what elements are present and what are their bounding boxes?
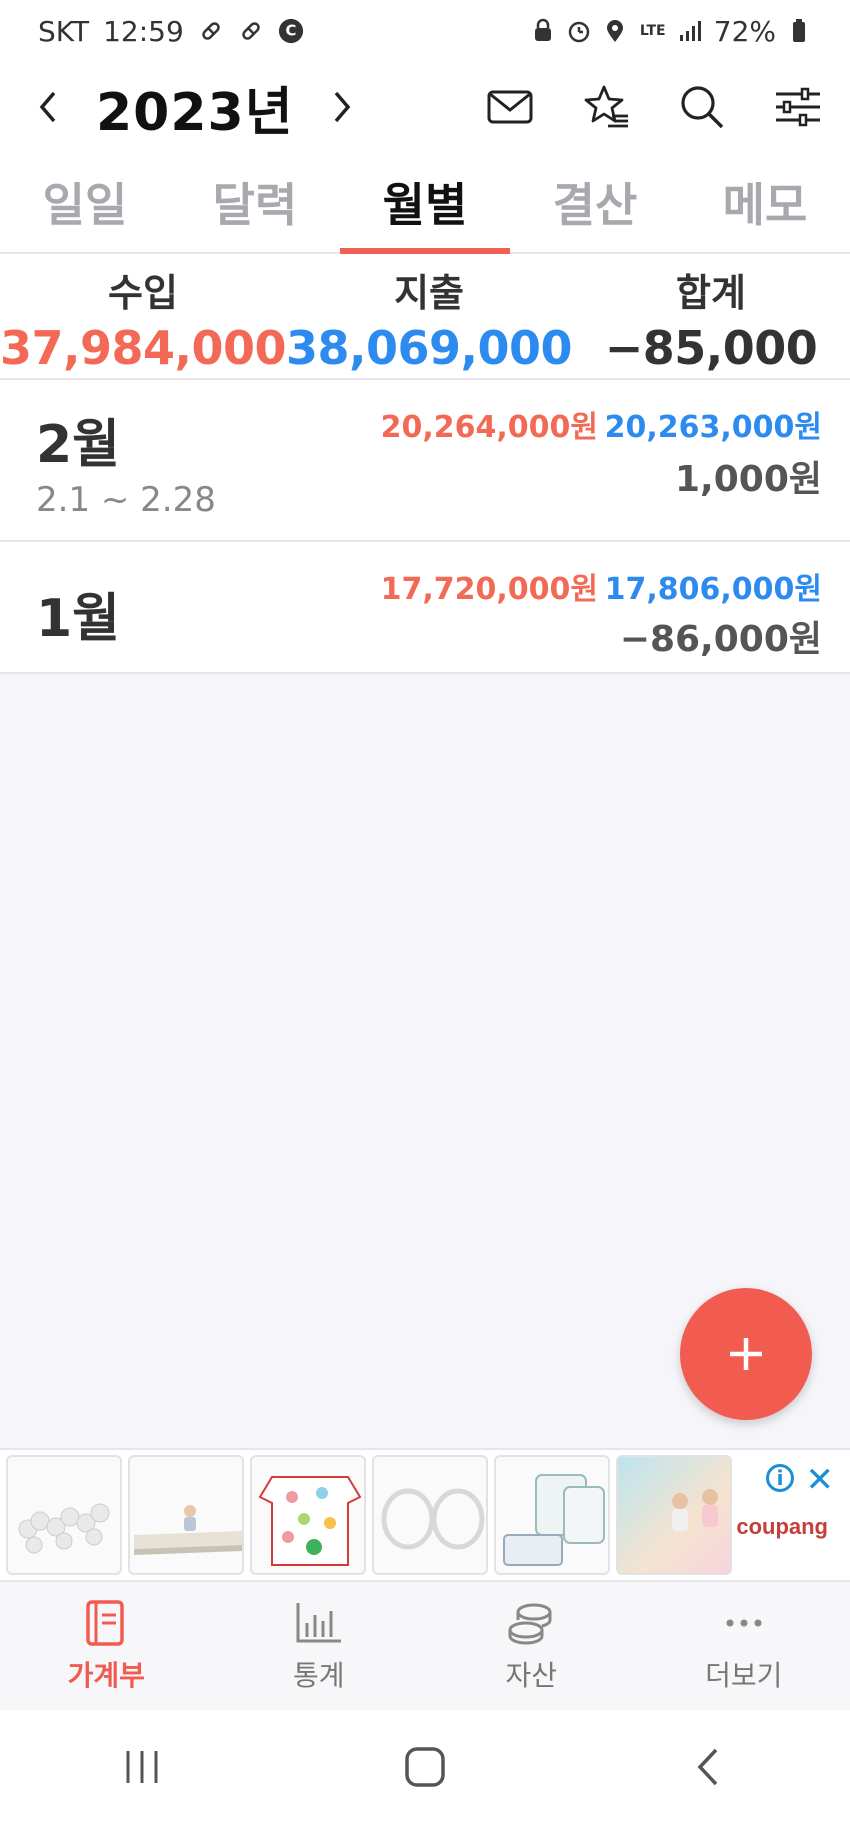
clock: 12:59 [103, 14, 184, 48]
filter-settings-button[interactable] [770, 79, 826, 135]
status-bar: SKT 12:59 C LTE 72% [0, 0, 850, 62]
ad-close-icon[interactable]: ✕ [806, 1460, 835, 1500]
alarm-icon [566, 18, 592, 44]
ad-product-thumbnail[interactable] [494, 1455, 610, 1575]
prev-year-button[interactable] [18, 67, 78, 147]
network-label: LTE [639, 23, 666, 39]
view-tabs: 일일 달력 월별 결산 메모 [0, 152, 850, 254]
ad-controls: i ✕ coupang [736, 1450, 842, 1582]
month-range: 2.1 ~ 2.28 [36, 480, 216, 520]
lock-icon [530, 18, 556, 44]
back-icon [697, 1748, 718, 1785]
nav-ledger[interactable]: 가계부 [0, 1582, 213, 1710]
tab-calendar[interactable]: 달력 [170, 152, 340, 252]
home-button[interactable] [385, 1737, 465, 1797]
month-income: 20,264,000원 [380, 410, 598, 445]
year-summary: 수입 37,984,000 지출 38,069,000 합계 −85,000 [0, 254, 850, 380]
pill-icon [198, 18, 224, 44]
expense-label: 지출 [394, 271, 464, 315]
bottom-nav: 가계부 통계 자산 더보기 [0, 1580, 850, 1710]
status-right: LTE 72% [530, 15, 812, 48]
nav-ledger-label: 가계부 [67, 1659, 145, 1692]
plus-icon [730, 1338, 762, 1370]
carrier-label: SKT [38, 14, 90, 48]
tab-daily[interactable]: 일일 [0, 152, 170, 252]
month-balance: −86,000원 [619, 619, 822, 660]
star-list-icon [584, 85, 628, 128]
month-list: 2월 2.1 ~ 2.28 20,264,000원 20,263,000원 1,… [0, 380, 850, 674]
sliders-icon [776, 87, 820, 127]
ad-product-thumbnail[interactable] [250, 1455, 366, 1575]
ad-banner[interactable]: i ✕ coupang [0, 1448, 850, 1580]
month-income: 17,720,000원 [380, 572, 598, 607]
recent-apps-button[interactable] [102, 1737, 182, 1797]
nav-assets-label: 자산 [505, 1659, 558, 1692]
next-year-button[interactable] [312, 67, 372, 147]
ad-product-thumbnail[interactable] [372, 1455, 488, 1575]
header-actions [482, 79, 850, 135]
app-header: 2023년 [0, 62, 850, 152]
income-total: 37,984,000 [0, 321, 287, 375]
expense-summary: 지출 38,069,000 [286, 254, 573, 378]
search-icon [681, 86, 724, 129]
battery-percent: 72% [713, 14, 776, 48]
status-left: SKT 12:59 C [38, 15, 304, 48]
signal-icon [678, 18, 704, 44]
bar-chart-icon [294, 1598, 344, 1648]
battery-icon [786, 18, 812, 44]
nav-assets[interactable]: 자산 [425, 1582, 638, 1710]
mail-button[interactable] [482, 79, 538, 135]
ad-brand-logo: coupang [736, 1514, 828, 1539]
search-button[interactable] [674, 79, 730, 135]
chevron-left-icon [39, 91, 56, 123]
ad-product-thumbnail[interactable] [616, 1455, 732, 1575]
svg-text:C: C [285, 22, 296, 40]
balance-summary: 합계 −85,000 [572, 254, 850, 378]
month-balance: 1,000원 [675, 459, 822, 500]
month-name: 1월 [36, 589, 121, 649]
c-circle-icon: C [278, 18, 304, 44]
nav-stats-label: 통계 [292, 1659, 345, 1692]
income-label: 수입 [108, 271, 178, 315]
expense-total: 38,069,000 [286, 321, 573, 375]
month-expense: 20,263,000원 [604, 410, 822, 445]
month-name: 2월 [36, 415, 121, 475]
nav-stats[interactable]: 통계 [213, 1582, 426, 1710]
more-dots-icon [719, 1598, 769, 1648]
list-item[interactable]: 1월 17,720,000원 17,806,000원 −86,000원 [0, 542, 850, 674]
tab-settlement[interactable]: 결산 [510, 152, 680, 252]
location-icon [602, 18, 628, 44]
system-nav-bar [0, 1710, 850, 1823]
nav-more-label: 더보기 [705, 1659, 783, 1692]
coins-icon [506, 1598, 556, 1648]
balance-label: 합계 [676, 271, 746, 315]
back-button[interactable] [668, 1737, 748, 1797]
ad-info-icon[interactable]: i [766, 1464, 794, 1492]
chevron-right-icon [334, 91, 350, 123]
pill-icon [238, 18, 264, 44]
ad-product-thumbnail[interactable] [128, 1455, 244, 1575]
list-item[interactable]: 2월 2.1 ~ 2.28 20,264,000원 20,263,000원 1,… [0, 380, 850, 542]
ad-product-thumbnail[interactable] [6, 1455, 122, 1575]
tab-memo[interactable]: 메모 [680, 152, 850, 252]
tab-monthly[interactable]: 월별 [340, 152, 510, 254]
balance-total: −85,000 [604, 321, 818, 375]
add-entry-button[interactable] [680, 1288, 812, 1420]
lte-icon: LTE [638, 18, 668, 44]
year-title: 2023년 [96, 82, 294, 143]
bookmark-button[interactable] [578, 79, 634, 135]
month-expense: 17,806,000원 [604, 572, 822, 607]
book-icon [81, 1598, 131, 1648]
nav-more[interactable]: 더보기 [638, 1582, 850, 1710]
home-icon [405, 1746, 445, 1787]
recent-apps-icon [126, 1750, 158, 1783]
mail-icon [487, 90, 533, 124]
income-summary: 수입 37,984,000 [0, 254, 287, 378]
